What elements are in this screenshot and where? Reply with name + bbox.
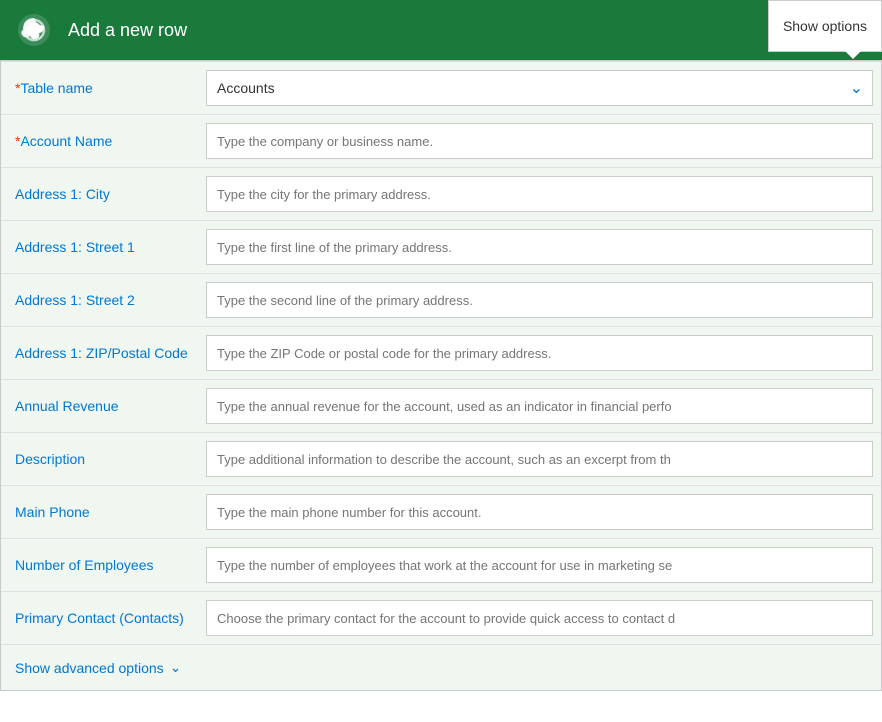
label-address-city: Address 1: City: [1, 168, 206, 220]
label-table-name: Table name: [1, 62, 206, 114]
description-input[interactable]: [206, 441, 873, 477]
form-row-address-street2: Address 1: Street 2: [1, 274, 881, 327]
input-wrap-primary-contact: [206, 592, 881, 644]
input-wrap-annual-revenue: [206, 380, 881, 432]
form-row-address-street1: Address 1: Street 1: [1, 221, 881, 274]
num-employees-input[interactable]: [206, 547, 873, 583]
show-advanced-section: Show advanced options ⌄: [1, 645, 881, 690]
show-advanced-label: Show advanced options: [15, 660, 164, 676]
annual-revenue-input[interactable]: [206, 388, 873, 424]
form-row-primary-contact: Primary Contact (Contacts): [1, 592, 881, 645]
label-address-street1: Address 1: Street 1: [1, 221, 206, 273]
form-container: Table name Accounts ⌄ Account Name Addre…: [0, 60, 882, 691]
label-description: Description: [1, 433, 206, 485]
form-row-annual-revenue: Annual Revenue: [1, 380, 881, 433]
label-primary-contact: Primary Contact (Contacts): [1, 592, 206, 644]
label-address-street2: Address 1: Street 2: [1, 274, 206, 326]
address-zip-input[interactable]: [206, 335, 873, 371]
page-title: Add a new row: [68, 20, 187, 41]
show-advanced-link[interactable]: Show advanced options ⌄: [15, 659, 181, 676]
app-header: Add a new row Show options: [0, 0, 882, 60]
input-wrap-table-name: Accounts ⌄: [206, 62, 881, 114]
show-options-button[interactable]: Show options: [768, 0, 882, 52]
form-row-account-name: Account Name: [1, 115, 881, 168]
form-row-description: Description: [1, 433, 881, 486]
address-street1-input[interactable]: [206, 229, 873, 265]
account-name-input[interactable]: [206, 123, 873, 159]
main-phone-input[interactable]: [206, 494, 873, 530]
input-wrap-account-name: [206, 115, 881, 167]
input-wrap-num-employees: [206, 539, 881, 591]
address-street2-input[interactable]: [206, 282, 873, 318]
input-wrap-address-zip: [206, 327, 881, 379]
form-row-address-zip: Address 1: ZIP/Postal Code: [1, 327, 881, 380]
label-address-zip: Address 1: ZIP/Postal Code: [1, 327, 206, 379]
input-wrap-address-street1: [206, 221, 881, 273]
address-city-input[interactable]: [206, 176, 873, 212]
app-logo: [12, 8, 56, 52]
primary-contact-input[interactable]: [206, 600, 873, 636]
form-row-num-employees: Number of Employees: [1, 539, 881, 592]
label-main-phone: Main Phone: [1, 486, 206, 538]
form-row-address-city: Address 1: City: [1, 168, 881, 221]
label-account-name: Account Name: [1, 115, 206, 167]
input-wrap-main-phone: [206, 486, 881, 538]
form-row-table-name: Table name Accounts ⌄: [1, 61, 881, 115]
select-wrap-table-name: Accounts ⌄: [206, 70, 873, 106]
label-num-employees: Number of Employees: [1, 539, 206, 591]
label-annual-revenue: Annual Revenue: [1, 380, 206, 432]
form-row-main-phone: Main Phone: [1, 486, 881, 539]
input-wrap-address-street2: [206, 274, 881, 326]
input-wrap-description: [206, 433, 881, 485]
input-wrap-address-city: [206, 168, 881, 220]
table-name-select[interactable]: Accounts: [206, 70, 873, 106]
chevron-down-icon: ⌄: [170, 659, 182, 676]
